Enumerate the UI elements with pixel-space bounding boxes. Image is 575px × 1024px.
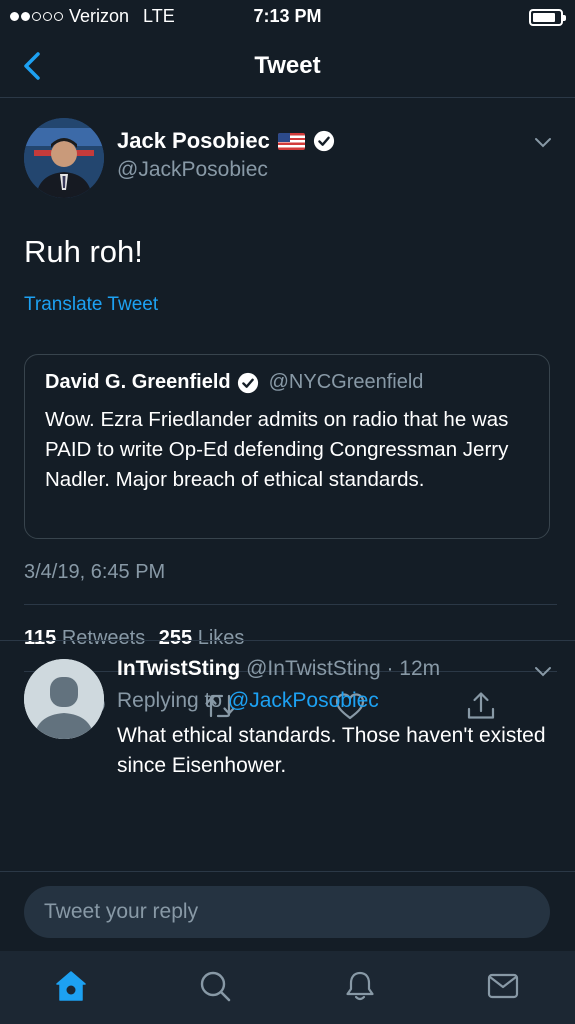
verified-badge-icon xyxy=(313,130,334,152)
divider xyxy=(24,604,557,605)
reply-text: What ethical standards. Those haven't ex… xyxy=(117,724,546,777)
notifications-icon[interactable] xyxy=(343,969,377,1003)
author-name[interactable]: Jack Posobiec xyxy=(117,128,270,154)
status-bar: Verizon LTE 7:13 PM xyxy=(0,0,575,34)
quoted-author-name: David G. Greenfield xyxy=(45,371,231,393)
quoted-tweet-header: David G. Greenfield @NYCGreenfield xyxy=(45,371,423,394)
reply-header: InTwistSting @InTwistSting · 12m xyxy=(117,657,440,681)
avatar-photo xyxy=(24,118,104,198)
verified-badge-icon xyxy=(237,372,258,393)
battery-level xyxy=(533,13,556,22)
reply-avatar[interactable] xyxy=(24,659,104,739)
nav-bar: Tweet xyxy=(0,34,575,98)
us-flag-icon xyxy=(277,132,305,150)
search-icon[interactable] xyxy=(198,969,232,1003)
translate-tweet-link[interactable]: Translate Tweet xyxy=(24,294,158,316)
chevron-down-icon[interactable] xyxy=(533,136,553,150)
reply-meta: @InTwistSting · 12m xyxy=(246,657,441,680)
author-avatar[interactable] xyxy=(24,118,104,198)
page-title: Tweet xyxy=(254,52,321,79)
replying-to: Replying to @JackPosobiec xyxy=(117,689,379,713)
quoted-author-handle: @NYCGreenfield xyxy=(268,371,424,393)
chevron-down-icon[interactable] xyxy=(533,665,553,679)
reply-author-name: InTwistSting xyxy=(117,657,241,680)
messages-icon[interactable] xyxy=(486,969,520,1003)
status-time: 7:13 PM xyxy=(253,6,322,26)
reply-tweet[interactable]: InTwistSting @InTwistSting · 12m Replyin… xyxy=(0,641,575,871)
replying-to-mention[interactable]: @JackPosobiec xyxy=(228,689,379,712)
default-avatar-icon xyxy=(24,659,104,739)
tweet-timestamp: 3/4/19, 6:45 PM xyxy=(24,561,166,583)
home-icon[interactable] xyxy=(54,969,88,1003)
quoted-tweet-text: Wow. Ezra Friedlander admits on radio th… xyxy=(45,408,509,491)
quoted-tweet[interactable]: David G. Greenfield @NYCGreenfield Wow. … xyxy=(24,354,550,539)
author-name-row: Jack Posobiec xyxy=(117,128,335,154)
battery-icon xyxy=(529,9,566,26)
tweet-text: Ruh roh! xyxy=(24,234,143,269)
tab-bar xyxy=(0,951,575,1024)
reply-input[interactable] xyxy=(24,886,550,938)
replying-to-prefix: Replying to xyxy=(117,689,223,712)
author-handle[interactable]: @JackPosobiec xyxy=(117,158,268,182)
reply-composer xyxy=(0,871,575,951)
